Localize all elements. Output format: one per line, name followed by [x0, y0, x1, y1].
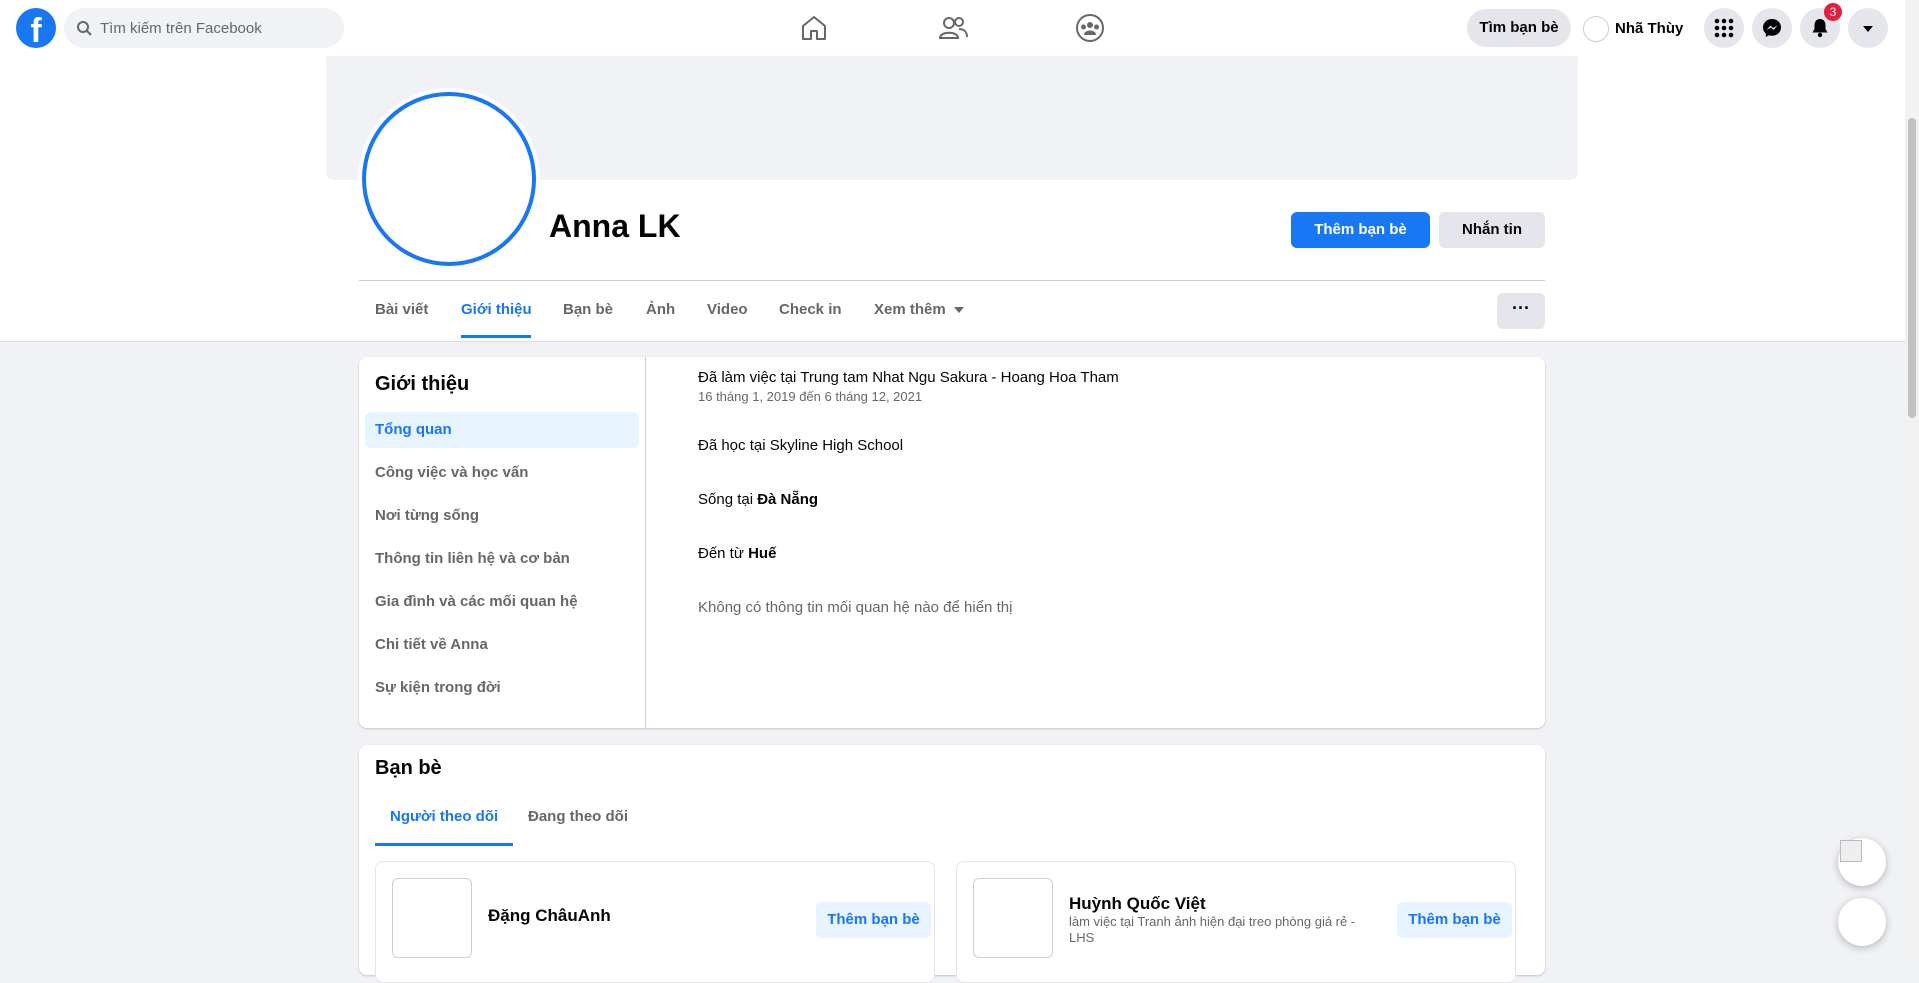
- tab-about[interactable]: Giới thiệu: [461, 282, 532, 338]
- tab-friends[interactable]: Bạn bè: [563, 282, 613, 338]
- bell-icon: [1812, 19, 1828, 38]
- work-dates: 16 tháng 1, 2019 đến 6 tháng 12, 2021: [698, 389, 923, 404]
- profile-name: Anna LK: [549, 208, 681, 244]
- friend-name[interactable]: Huỳnh Quốc Việt: [1069, 894, 1206, 914]
- tab-videos[interactable]: Video: [707, 282, 748, 338]
- current-city-prefix: Sống tại: [698, 491, 754, 508]
- tab-following[interactable]: Đang theo dõi: [528, 803, 628, 843]
- messenger-icon: [1763, 19, 1781, 37]
- more-options-button[interactable]: ···: [1497, 293, 1545, 329]
- search-placeholder[interactable]: Tìm kiếm trên Facebook: [100, 20, 262, 37]
- about-menu-family-relationships[interactable]: Gia đình và các mối quan hệ: [365, 584, 639, 620]
- tab-posts[interactable]: Bài viết: [375, 282, 428, 338]
- new-message-button[interactable]: [1838, 898, 1886, 946]
- friend-subtitle: làm việc tại Tranh ảnh hiện đại treo phò…: [1069, 914, 1356, 945]
- about-sidebar: Giới thiệu Tổng quan Công việc và học vấ…: [359, 357, 646, 728]
- search-box[interactable]: Tìm kiếm trên Facebook: [64, 8, 344, 48]
- caret-down-icon: [953, 307, 964, 314]
- groups-icon[interactable]: [1074, 12, 1106, 44]
- relationship-info: Không có thông tin mối quan hệ nào để hi…: [698, 599, 1013, 616]
- scrollbar-thumb[interactable]: [1908, 118, 1916, 418]
- friends-icon[interactable]: [937, 12, 969, 44]
- tab-photos[interactable]: Ảnh: [646, 282, 675, 338]
- tab-check-in[interactable]: Check in: [779, 282, 842, 338]
- find-friends-button[interactable]: Tìm bạn bè: [1467, 9, 1571, 47]
- hometown-info: Đến từ Huế: [698, 545, 776, 562]
- broken-image-icon: [1840, 840, 1862, 862]
- notification-count-badge: 3: [1824, 3, 1842, 21]
- current-city-info: Sống tại Đà Nẵng: [698, 491, 818, 508]
- friend-card: Đặng ChâuAnh Thêm bạn bè: [375, 861, 935, 983]
- add-friend-button[interactable]: Thêm bạn bè: [816, 902, 931, 938]
- profile-header: Anna LK Thêm bạn bè Nhắn tin Bài viết Gi…: [0, 56, 1905, 342]
- about-card: Giới thiệu Tổng quan Công việc và học vấ…: [359, 357, 1545, 728]
- add-friend-button[interactable]: Thêm bạn bè: [1291, 212, 1430, 248]
- page-scrollbar[interactable]: [1905, 0, 1919, 961]
- user-profile-chip[interactable]: Nhã Thùy: [1579, 8, 1689, 48]
- menu-grid-button[interactable]: [1704, 8, 1744, 48]
- about-menu-contact-basic-info[interactable]: Thông tin liên hệ và cơ bản: [365, 541, 639, 577]
- about-menu-life-events[interactable]: Sự kiện trong đời: [365, 670, 639, 706]
- current-city-name[interactable]: Đà Nẵng: [757, 491, 818, 508]
- friend-avatar[interactable]: [392, 878, 472, 958]
- education-info: Đã học tại Skyline High School: [698, 437, 904, 454]
- messenger-button[interactable]: [1752, 8, 1792, 48]
- about-menu-places-lived[interactable]: Nơi từng sống: [365, 498, 639, 534]
- home-icon[interactable]: [798, 12, 830, 44]
- tab-more[interactable]: Xem thêm: [874, 282, 964, 338]
- grid-menu-icon: [1714, 18, 1734, 38]
- tab-more-label: Xem thêm: [874, 301, 946, 318]
- friend-card: Huỳnh Quốc Việt làm việc tại Tranh ảnh h…: [956, 861, 1516, 983]
- avatar: [1583, 16, 1609, 42]
- facebook-logo-icon[interactable]: f: [16, 8, 56, 48]
- friend-name[interactable]: Đặng ChâuAnh: [488, 906, 611, 926]
- hometown-prefix: Đến từ: [698, 545, 744, 562]
- top-navigation-bar: f Tìm kiếm trên Facebook Tìm bạn bè Nhã …: [0, 0, 1905, 56]
- user-name: Nhã Thùy: [1615, 20, 1684, 37]
- message-button[interactable]: Nhắn tin: [1439, 212, 1545, 248]
- about-menu-overview[interactable]: Tổng quan: [365, 412, 639, 448]
- about-title: Giới thiệu: [375, 373, 470, 395]
- floating-chat-head[interactable]: [1838, 838, 1886, 886]
- tab-followers[interactable]: Người theo dõi: [375, 803, 514, 846]
- about-menu-details[interactable]: Chi tiết về Anna: [365, 627, 639, 663]
- hometown-name[interactable]: Huế: [748, 545, 776, 562]
- account-menu-button[interactable]: [1848, 8, 1888, 48]
- friends-card: Bạn bè Người theo dõi Đang theo dõi Đặng…: [359, 745, 1545, 983]
- add-friend-button[interactable]: Thêm bạn bè: [1397, 902, 1512, 938]
- about-menu-work-education[interactable]: Công việc và học vấn: [365, 455, 639, 491]
- search-icon: [77, 21, 92, 36]
- friend-avatar[interactable]: [973, 878, 1053, 958]
- work-info: Đã làm việc tại Trung tam Nhat Ngu Sakur…: [698, 369, 1119, 386]
- profile-avatar[interactable]: [362, 92, 536, 266]
- header-divider: [359, 280, 1545, 281]
- friends-title: Bạn bè: [375, 757, 442, 779]
- chevron-down-icon: [1863, 26, 1873, 32]
